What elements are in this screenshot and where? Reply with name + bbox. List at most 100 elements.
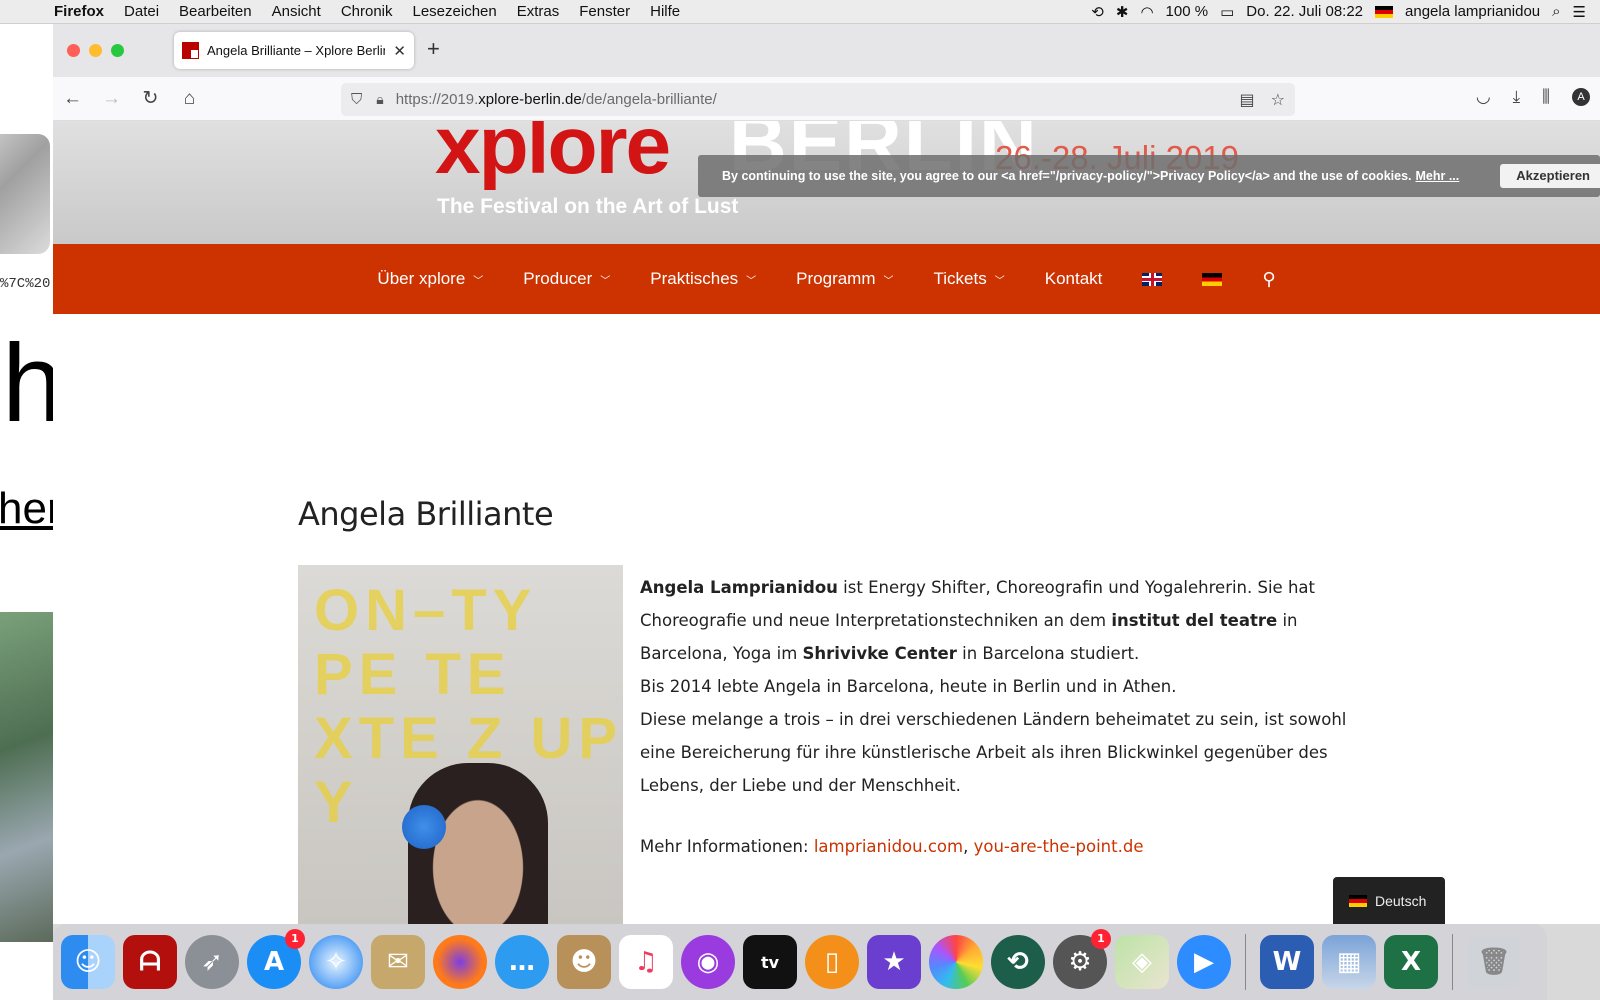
menu-extras[interactable]: Extras: [507, 3, 570, 20]
app-store-icon[interactable]: A1: [247, 929, 305, 989]
podcasts-icon[interactable]: ◉: [681, 935, 735, 989]
url-bar[interactable]: ⛉ 🔒︎ https://2019. xplore-berlin.de/de/an…: [341, 83, 1295, 116]
reload-button[interactable]: ↻: [131, 87, 170, 110]
nav-language-german[interactable]: [1182, 272, 1242, 286]
acrobat-icon[interactable]: ᗩ: [123, 935, 177, 989]
home-button[interactable]: ⌂: [170, 88, 209, 110]
logo-xplore[interactable]: xplore: [435, 121, 671, 193]
nav-item-programm[interactable]: Programm ﹀: [776, 269, 913, 289]
spotlight-search-icon[interactable]: ⌕: [1552, 3, 1560, 20]
background-image-fragment: [0, 134, 50, 254]
page-title: Angela Brilliante: [298, 495, 554, 533]
navigation-toolbar: ← → ↻ ⌂ ⛉ 🔒︎ https://2019. xplore-berlin.…: [53, 77, 1600, 121]
bookmark-star-icon[interactable]: ☆: [1271, 90, 1285, 110]
maps-icon[interactable]: ◈: [1115, 935, 1169, 989]
link-lamprianidou[interactable]: lamprianidou.com: [814, 837, 963, 856]
macos-menubar: Firefox Datei Bearbeiten Ansicht Chronik…: [0, 0, 1600, 24]
downloads-icon[interactable]: ⤓: [1513, 87, 1521, 107]
menu-bearbeiten[interactable]: Bearbeiten: [169, 3, 262, 20]
close-window-button[interactable]: [67, 44, 80, 57]
battery-icon[interactable]: ▭: [1220, 3, 1234, 21]
mail-icon[interactable]: ✉: [371, 935, 425, 989]
zoom-icon[interactable]: ▶: [1177, 935, 1231, 989]
photos-icon[interactable]: [929, 935, 983, 989]
tracking-protection-shield-icon[interactable]: ⛉: [351, 91, 362, 108]
search-icon: ⚲: [1262, 268, 1276, 289]
control-center-icon[interactable]: ☰: [1573, 3, 1586, 21]
cookie-banner: By continuing to use the site, you agree…: [698, 155, 1600, 197]
menu-hilfe[interactable]: Hilfe: [640, 3, 690, 20]
nav-item-kontakt[interactable]: Kontakt: [1025, 269, 1123, 289]
bio-paragraph-1: Angela Lamprianidou ist Energy Shifter, …: [640, 571, 1380, 670]
firefox-icon[interactable]: [433, 935, 487, 989]
clock[interactable]: Do. 22. Juli 08:22: [1246, 3, 1363, 20]
reader-view-icon[interactable]: ▤: [1240, 90, 1255, 110]
time-machine-icon[interactable]: ⟲: [991, 935, 1045, 989]
input-source-flag-icon[interactable]: [1375, 5, 1394, 18]
background-link-fragment[interactable]: her: [0, 484, 53, 534]
menu-chronik[interactable]: Chronik: [331, 3, 403, 20]
window-controls: [53, 44, 173, 57]
cookie-accept-button[interactable]: Akzeptieren: [1500, 164, 1600, 188]
lock-icon[interactable]: 🔒︎: [376, 91, 383, 108]
background-url-fragment: %7C%20: [0, 276, 51, 292]
trash-icon[interactable]: 🗑︎: [1467, 935, 1521, 989]
finder-icon[interactable]: ☺: [61, 935, 115, 989]
link-separator: ,: [963, 837, 974, 856]
chevron-down-icon: ﹀: [746, 275, 757, 287]
bio-institution-1: institut del teatre: [1111, 611, 1278, 630]
safari-icon[interactable]: ✧: [309, 935, 363, 989]
background-heading-fragment: h: [2, 322, 53, 445]
contacts-icon[interactable]: ☻: [557, 935, 611, 989]
minimize-window-button[interactable]: [89, 44, 102, 57]
nav-label: Tickets: [933, 269, 987, 288]
time-machine-status-icon[interactable]: ⟲: [1091, 3, 1104, 21]
nav-label: Praktisches: [650, 269, 739, 288]
site-header: xplore BERLIN 26.-28. Juli 2019 The Fest…: [53, 121, 1600, 244]
bio-institution-2: Shrivivke Center: [802, 644, 957, 663]
nav-item-producer[interactable]: Producer ﹀: [503, 269, 630, 289]
url-domain: xplore-berlin.de: [478, 91, 582, 108]
word-icon[interactable]: W: [1260, 935, 1314, 989]
nav-item-praktisches[interactable]: Praktisches ﹀: [630, 269, 776, 289]
tab-active[interactable]: Angela Brilliante – Xplore Berlin ✕: [174, 32, 414, 69]
cookie-more-link[interactable]: Mehr ...: [1416, 169, 1460, 183]
nav-item-tickets[interactable]: Tickets ﹀: [914, 269, 1025, 289]
web-page: xplore BERLIN 26.-28. Juli 2019 The Fest…: [53, 121, 1600, 924]
excel-icon[interactable]: X: [1384, 935, 1438, 989]
account-avatar-icon[interactable]: A: [1572, 88, 1590, 106]
preview-icon[interactable]: ▦: [1322, 935, 1376, 989]
library-icon[interactable]: ⫼: [1542, 87, 1550, 107]
books-icon[interactable]: ▯: [805, 935, 859, 989]
language-switcher[interactable]: Deutsch: [1333, 877, 1445, 924]
background-photo-fragment: [0, 612, 53, 942]
nav-language-english[interactable]: [1122, 272, 1182, 286]
bluetooth-icon[interactable]: ✱: [1116, 3, 1129, 21]
messages-icon[interactable]: …: [495, 935, 549, 989]
music-icon[interactable]: ♫: [619, 935, 673, 989]
app-menu-firefox[interactable]: Firefox: [44, 3, 114, 20]
user-name[interactable]: angela lamprianidou: [1405, 3, 1540, 20]
close-tab-icon[interactable]: ✕: [393, 42, 406, 60]
menu-datei[interactable]: Datei: [114, 3, 169, 20]
forward-button[interactable]: →: [92, 88, 131, 110]
imovie-icon[interactable]: ★: [867, 935, 921, 989]
zoom-window-button[interactable]: [111, 44, 124, 57]
tab-bar: Angela Brilliante – Xplore Berlin ✕ +: [53, 24, 1600, 77]
menu-fenster[interactable]: Fenster: [569, 3, 640, 20]
chevron-down-icon: ﹀: [473, 275, 484, 287]
dock-separator: [1452, 934, 1453, 990]
system-preferences-icon[interactable]: ⚙ 1: [1053, 929, 1111, 989]
menu-ansicht[interactable]: Ansicht: [262, 3, 331, 20]
menu-lesezeichen[interactable]: Lesezeichen: [403, 3, 507, 20]
apple-tv-icon[interactable]: tv: [743, 935, 797, 989]
nav-search-button[interactable]: ⚲: [1242, 269, 1295, 290]
wifi-icon[interactable]: ◠: [1140, 3, 1153, 21]
link-you-are-the-point[interactable]: you-are-the-point.de: [974, 837, 1144, 856]
bio-name: Angela Lamprianidou: [640, 578, 838, 597]
nav-item-ueber-xplore[interactable]: Über xplore ﹀: [357, 269, 503, 289]
launchpad-icon[interactable]: ➶: [185, 935, 239, 989]
back-button[interactable]: ←: [53, 88, 92, 110]
pocket-icon[interactable]: ◡: [1476, 87, 1491, 107]
new-tab-button[interactable]: +: [427, 36, 440, 62]
